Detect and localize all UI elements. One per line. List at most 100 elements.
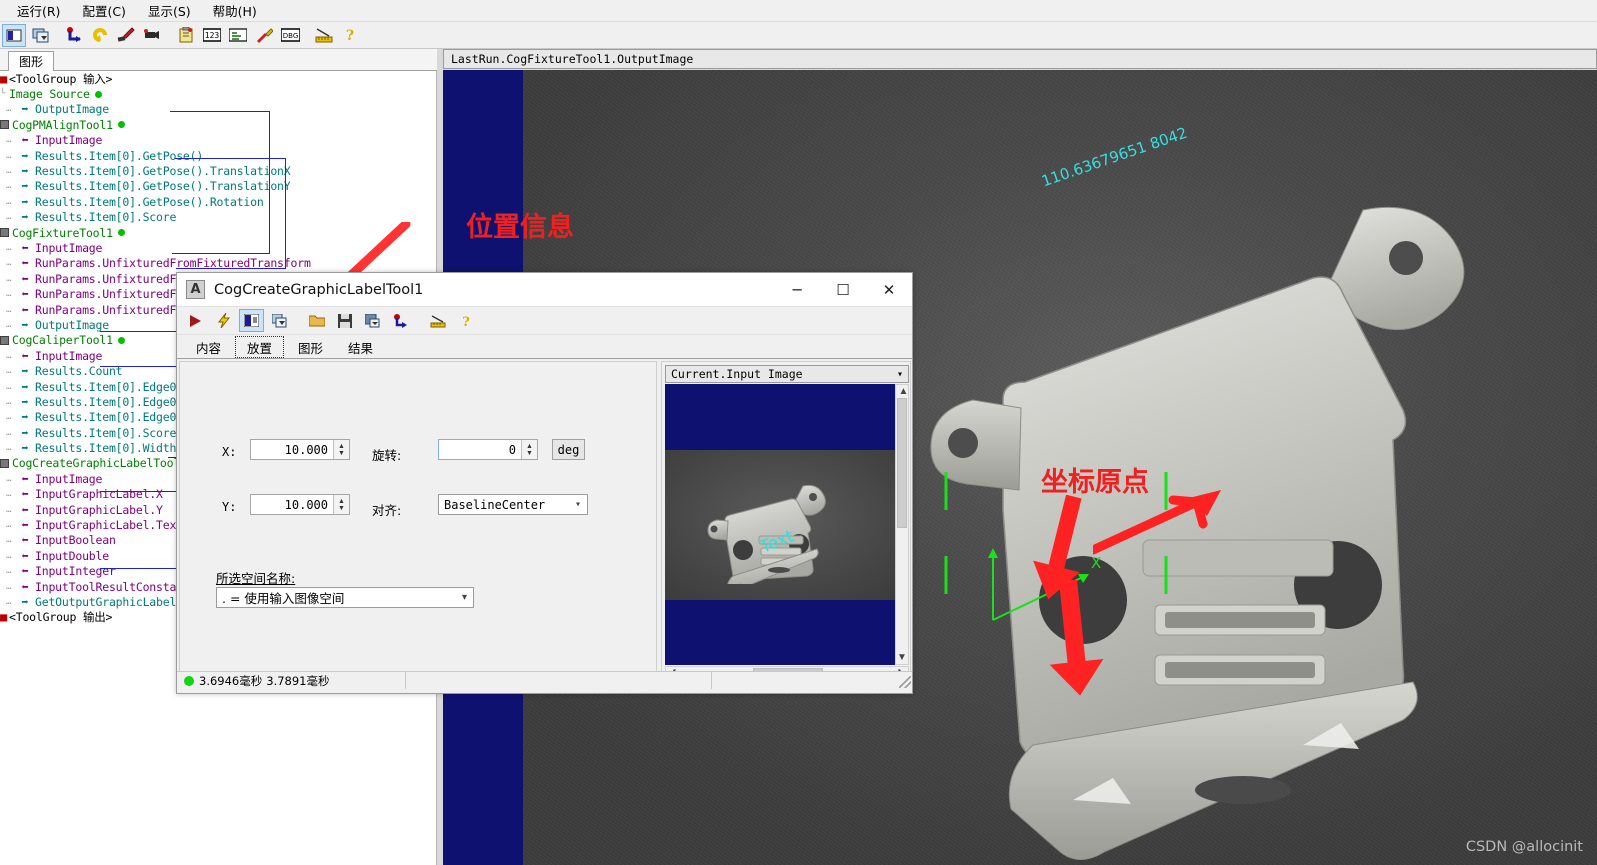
close-button[interactable]: ✕ [866, 273, 912, 307]
main-toolbar: 123 DBG ? [0, 22, 1597, 49]
toolbar-clipboard-icon[interactable] [174, 24, 198, 47]
menu-item-run[interactable]: 运行(R) [6, 0, 71, 22]
align-select[interactable]: BaselineCenter ▾ [438, 494, 588, 515]
tree-connector-icon: … [6, 504, 12, 515]
tree-item-label: CogCaliperTool1 [12, 333, 113, 348]
arrow-right-icon: ➡ [21, 364, 29, 379]
x-stepper[interactable]: ▲ ▼ [333, 440, 349, 459]
tree-connector-icon: … [6, 443, 12, 454]
tree-output-terminal[interactable]: … ➡ Results.Item[0].GetPose().Rotation [0, 194, 436, 209]
dialog-tab-strip: 内容 放置 图形 结果 [177, 335, 912, 359]
chevron-down-icon: ▾ [574, 499, 581, 510]
cog-create-graphic-label-dialog[interactable]: A CogCreateGraphicLabelTool1 ─ ☐ ✕ ? 内容 … [176, 272, 913, 694]
tab-placement[interactable]: 放置 [235, 336, 285, 358]
y-value[interactable]: 10.000 [251, 498, 333, 512]
arrow-left-icon: ⬅ [21, 471, 29, 486]
toolbar-copy-icon[interactable] [28, 24, 52, 47]
preview-source-select[interactable]: Current.Input Image ▾ [665, 365, 909, 383]
toolbar-undo-icon[interactable] [88, 24, 112, 47]
y-field[interactable]: 10.000 ▲ ▼ [250, 494, 350, 515]
arrow-right-icon: ➡ [21, 179, 29, 194]
toolbar-return-icon[interactable] [62, 24, 86, 47]
arrow-right-icon: ➡ [21, 379, 29, 394]
scroll-up-icon[interactable]: ▲ [896, 386, 911, 397]
toolbar-grid-icon[interactable] [2, 23, 26, 47]
reset-icon[interactable] [388, 309, 413, 332]
lightning-icon[interactable] [211, 309, 236, 332]
preview-vscroll-thumb[interactable] [897, 398, 907, 528]
tree-tool[interactable]: └ Image Source [0, 86, 436, 101]
tree-connector-icon: … [6, 104, 12, 115]
ruler-icon[interactable] [425, 309, 450, 332]
tree-group[interactable]: ■ <ToolGroup 输入> [0, 71, 436, 86]
menu-item-display[interactable]: 显示(S) [137, 0, 202, 22]
rotation-value[interactable]: 0 [439, 443, 521, 457]
show-results-icon[interactable] [239, 309, 264, 332]
run-icon[interactable] [183, 309, 208, 332]
tab-results[interactable]: 结果 [337, 336, 385, 358]
x-value[interactable]: 10.000 [251, 443, 333, 457]
dialog-status-bar: 3.6946毫秒 3.7891毫秒 [177, 671, 912, 689]
preview-vertical-scrollbar[interactable]: ▲ ▼ [895, 384, 909, 665]
tree-output-terminal[interactable]: … ➡ Results.Item[0].GetPose().TranslationX [0, 163, 436, 178]
help-icon[interactable]: ? [453, 309, 478, 332]
expand-box-icon[interactable] [0, 120, 9, 130]
expand-box-icon[interactable] [0, 335, 9, 345]
status-ok-icon [117, 121, 125, 129]
arrow-right-icon: ➡ [21, 425, 29, 440]
toolbar-debug-icon[interactable]: DBG [278, 24, 302, 47]
image-source-label[interactable]: LastRun.CogFixtureTool1.OutputImage [443, 49, 1597, 69]
expand-box-icon[interactable] [0, 458, 9, 468]
y-stepper[interactable]: ▲ ▼ [333, 495, 349, 514]
tree-output-terminal[interactable]: … ➡ Results.Item[0].GetPose() [0, 148, 436, 163]
resize-grip[interactable] [899, 676, 911, 688]
tree-output-terminal[interactable]: … ➡ OutputImage [0, 102, 436, 117]
toolbar-ruler-icon[interactable] [312, 24, 336, 47]
status-divider-2 [711, 672, 712, 689]
toolbar-numbers-icon[interactable]: 123 [200, 24, 224, 47]
tree-tool[interactable]: CogPMAlignTool1 [0, 117, 436, 132]
dialog-title-bar[interactable]: A CogCreateGraphicLabelTool1 ─ ☐ ✕ [177, 273, 912, 307]
open-file-icon[interactable] [304, 309, 329, 332]
arrow-left-icon: ⬅ [21, 256, 29, 271]
rotation-stepper[interactable]: ▲ ▼ [521, 440, 537, 459]
arrow-right-icon: ➡ [21, 102, 29, 117]
copy-results-icon[interactable] [267, 309, 292, 332]
arrow-left-icon: ⬅ [21, 533, 29, 548]
x-field[interactable]: 10.000 ▲ ▼ [250, 439, 350, 460]
tree-connector-icon: … [6, 581, 12, 592]
tree-tool[interactable]: CogFixtureTool1 [0, 225, 436, 240]
space-name-value: . = 使用输入图像空间 [222, 591, 345, 606]
preview-image[interactable]: Text [665, 384, 895, 665]
tree-connector-icon: … [6, 381, 12, 392]
toolbar-pen-icon[interactable] [114, 24, 138, 47]
rotation-field[interactable]: 0 ▲ ▼ [438, 439, 538, 460]
left-tab-graphic[interactable]: 图形 [8, 51, 54, 72]
tree-connector-icon: … [6, 319, 12, 330]
toolbar-list-icon[interactable] [226, 24, 250, 47]
menu-item-help[interactable]: 帮助(H) [202, 0, 268, 22]
tree-connector-icon: … [6, 212, 12, 223]
tree-connector-icon: … [6, 242, 12, 253]
maximize-button[interactable]: ☐ [820, 273, 866, 307]
menu-item-config[interactable]: 配置(C) [71, 0, 136, 22]
tree-input-terminal[interactable]: … ⬅ InputImage [0, 133, 436, 148]
expand-box-icon[interactable] [0, 228, 9, 238]
save-icon[interactable] [332, 309, 357, 332]
tree-output-terminal[interactable]: … ➡ Results.Item[0].Score [0, 210, 436, 225]
rotation-unit-button[interactable]: deg [552, 439, 585, 460]
tree-output-terminal[interactable]: … ➡ Results.Item[0].GetPose().TranslationY [0, 179, 436, 194]
toolbar-help-icon[interactable]: ? [338, 24, 362, 47]
toolbar-camera-icon[interactable] [140, 24, 164, 47]
tree-item-label: GetOutputGraphicLabel() [35, 594, 190, 609]
space-name-select[interactable]: . = 使用输入图像空间 ▾ [216, 587, 474, 608]
tree-item-label: InputDouble [35, 548, 109, 563]
tab-content[interactable]: 内容 [185, 336, 233, 358]
tab-graphics[interactable]: 图形 [287, 336, 335, 358]
arrow-right-icon: ➡ [21, 317, 29, 332]
minimize-button[interactable]: ─ [774, 273, 820, 307]
scroll-down-icon[interactable]: ▼ [896, 652, 908, 663]
save-as-icon[interactable] [360, 309, 385, 332]
annotation-position: 位置信息 [466, 212, 574, 243]
toolbar-tools-icon[interactable] [252, 24, 276, 47]
